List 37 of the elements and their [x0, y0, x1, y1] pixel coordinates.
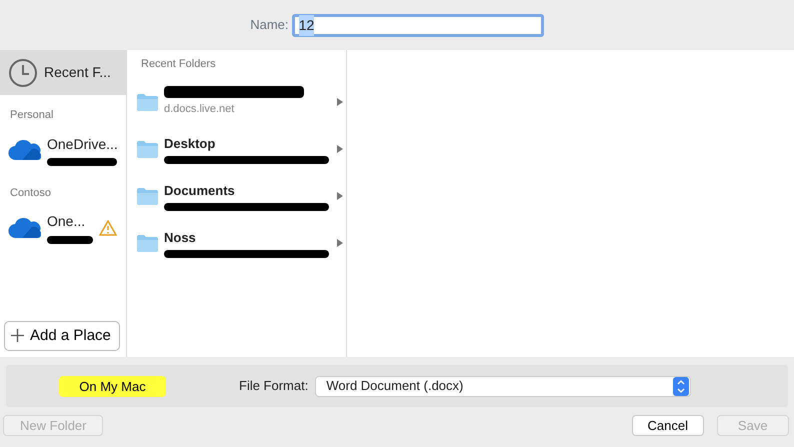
name-label: Name:	[250, 16, 289, 34]
folder-path: d.docs.live.net	[164, 102, 236, 118]
folder-row[interactable]: Documents	[127, 172, 346, 220]
folder-name: Documents	[164, 182, 236, 200]
folder-icon	[137, 188, 158, 204]
chevron-icon	[337, 98, 343, 106]
file-format-dropdown[interactable]: Word Document (.docx)	[315, 376, 692, 396]
plus-icon	[11, 329, 24, 342]
add-place-button[interactable]: Add a Place	[4, 320, 120, 351]
folder-icon	[137, 234, 158, 252]
chevron-icon	[337, 239, 343, 247]
folder-name: Desktop	[164, 134, 216, 153]
section-heading: Contoso	[9, 186, 52, 200]
sidebar-item[interactable]: Recent F...	[0, 50, 126, 95]
location-button[interactable]: On My Mac	[59, 376, 166, 396]
stepper-icon	[673, 376, 690, 396]
sidebar-item[interactable]: OneDrive...	[0, 128, 126, 172]
folder-icon	[137, 140, 158, 158]
folder-row[interactable]: Desktop	[127, 126, 346, 172]
sidebar-item-label: One...	[47, 212, 86, 232]
chevron-icon	[337, 145, 343, 153]
folder-row[interactable]: d.docs.live.net	[127, 78, 346, 126]
sidebar-item[interactable]: One...	[0, 205, 126, 250]
section-heading: Recent Folders	[140, 57, 217, 72]
cancel-button[interactable]: Cancel	[632, 415, 704, 436]
sidebar-item-label: OneDrive...	[47, 134, 118, 154]
cloud-icon	[8, 139, 41, 161]
folder-row[interactable]: Noss	[127, 220, 346, 266]
folder-name: Noss	[164, 228, 197, 247]
file-format-label: File Format:	[239, 377, 308, 396]
clock-icon	[8, 58, 38, 88]
chevron-icon	[337, 192, 343, 200]
folder-icon	[137, 94, 158, 110]
sidebar-item-label: Recent F...	[44, 63, 111, 82]
section-heading: Personal	[9, 108, 54, 123]
name-field[interactable]: 12	[292, 14, 544, 36]
cloud-icon	[8, 216, 41, 238]
